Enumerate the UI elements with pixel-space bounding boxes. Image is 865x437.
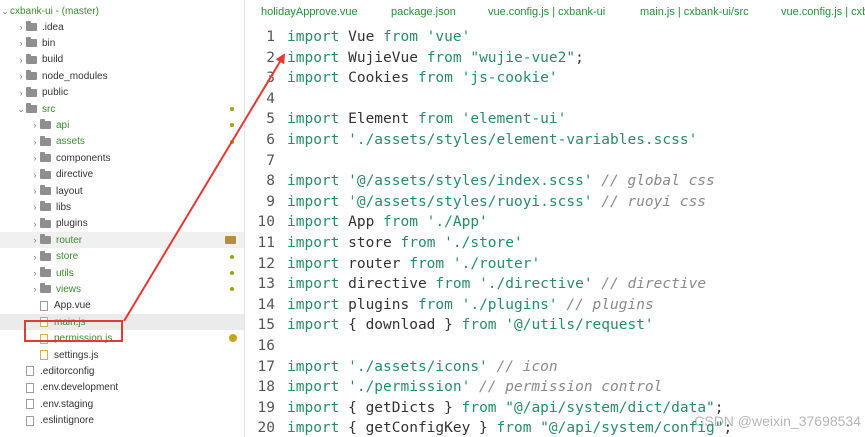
highlight-box [24,320,123,342]
annotation-overlay [24,53,286,342]
annotation-arrow [123,53,286,322]
